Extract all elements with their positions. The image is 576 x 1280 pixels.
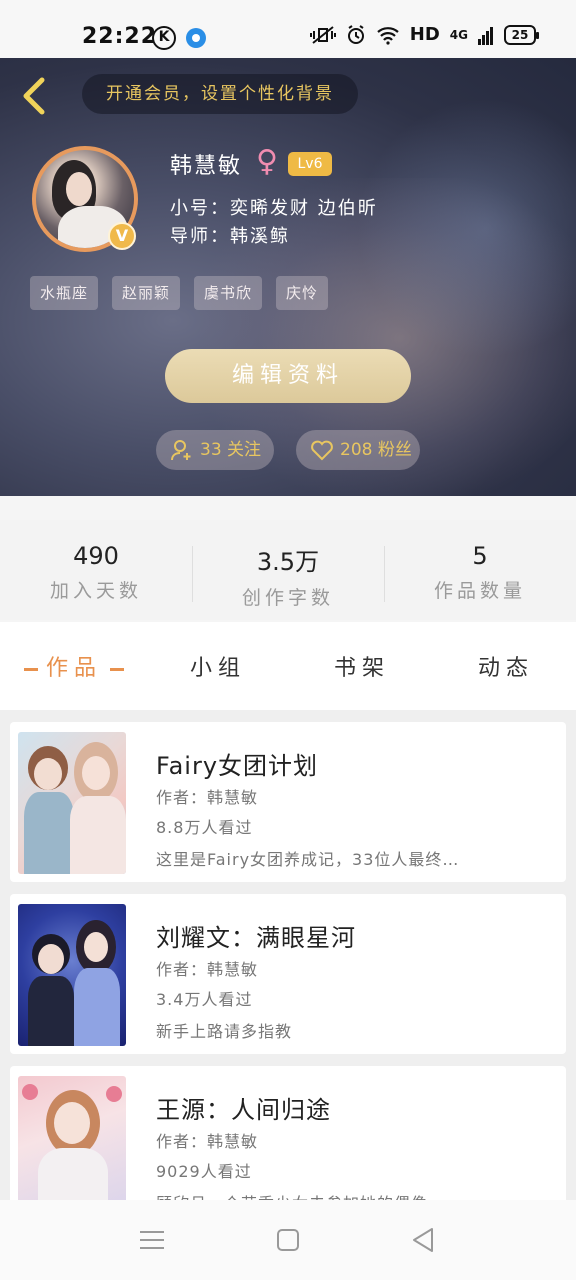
stat-label: 加入天数 — [49, 580, 142, 602]
stats-row: 490 加入天数 3.5万 创作字数 5 作品数量 — [0, 520, 576, 620]
app-notification-icon — [186, 28, 206, 48]
stat-works-count: 5 作品数量 — [384, 520, 576, 620]
vip-banner[interactable]: 开通会员，设置个性化背景 — [82, 74, 358, 114]
level-badge: Lv6 — [288, 152, 332, 176]
system-nav-bar — [0, 1200, 576, 1280]
book-title: Fairy女团计划 — [156, 752, 319, 780]
book-views: 9029人看过 — [156, 1162, 252, 1181]
fans-count: 208 粉丝 — [340, 440, 412, 460]
signal-label: 4G — [449, 27, 468, 42]
mentor-text: 导师：韩溪鲸 — [170, 226, 290, 247]
book-views: 8.8万人看过 — [156, 818, 253, 837]
alarm-icon — [347, 24, 364, 44]
tab-bar: 作品 小组 书架 动态 — [0, 622, 576, 710]
book-description: 这里是Fairy女团养成记，33位人最终… — [156, 850, 460, 869]
home-icon[interactable] — [270, 1224, 306, 1256]
tab-groups[interactable]: 小组 — [190, 650, 246, 682]
k-app-icon: K — [152, 26, 176, 50]
follow-count: 33 关注 — [200, 440, 262, 460]
tab-activity[interactable]: 动态 — [478, 650, 534, 682]
wifi-icon — [377, 26, 399, 45]
battery-icon: 25 — [504, 24, 539, 45]
profile-header: 开通会员，设置个性化背景 V 韩慧敏 ♀ Lv6 小号：奕晞发财 边伯昕 导师：… — [0, 58, 576, 496]
fans-count-button[interactable]: 208 粉丝 — [296, 430, 420, 470]
tag[interactable]: 水瓶座 — [30, 276, 99, 310]
status-time: 22:22 — [82, 24, 158, 49]
book-title: 王源：人间归途 — [156, 1096, 331, 1124]
menu-icon[interactable] — [134, 1224, 170, 1256]
book-author: 作者：韩慧敏 — [156, 960, 259, 979]
back-arrow-icon[interactable] — [16, 76, 56, 116]
stat-label: 作品数量 — [433, 580, 526, 602]
list-item[interactable]: 刘耀文：满眼星河 作者：韩慧敏 3.4万人看过 新手上路请多指教 — [10, 894, 566, 1054]
stat-value: 3.5万 — [256, 548, 320, 576]
tab-label: 作品 — [46, 656, 103, 681]
list-item[interactable]: Fairy女团计划 作者：韩慧敏 8.8万人看过 这里是Fairy女团养成记，3… — [10, 722, 566, 882]
verified-badge: V — [108, 222, 136, 250]
stat-join-days: 490 加入天数 — [0, 520, 192, 620]
book-author: 作者：韩慧敏 — [156, 1132, 259, 1151]
book-author: 作者：韩慧敏 — [156, 788, 259, 807]
status-indicators: HD 4G 25 — [309, 24, 539, 45]
list-item[interactable]: 王源：人间归途 作者：韩慧敏 9029人看过 顾欣月一个花季少女去参加她的偶像… — [10, 1066, 566, 1200]
book-cover — [18, 732, 126, 874]
stat-value: 490 — [73, 542, 119, 570]
user-name: 韩慧敏 — [170, 154, 243, 179]
book-description: 顾欣月一个花季少女去参加她的偶像… — [156, 1190, 546, 1200]
female-icon: ♀ — [256, 144, 278, 179]
book-cover — [18, 904, 126, 1046]
stat-value: 5 — [472, 542, 488, 570]
network-type: HD — [409, 24, 440, 45]
tab-works[interactable]: 作品 — [16, 650, 132, 682]
book-views: 3.4万人看过 — [156, 990, 253, 1009]
follow-count-button[interactable]: 33 关注 — [156, 430, 274, 470]
tag[interactable]: 虞书欣 — [194, 276, 263, 310]
back-nav-icon[interactable] — [406, 1224, 442, 1256]
book-cover — [18, 1076, 126, 1200]
tab-bookshelf[interactable]: 书架 — [334, 650, 390, 682]
works-list: Fairy女团计划 作者：韩慧敏 8.8万人看过 这里是Fairy女团养成记，3… — [0, 710, 576, 1200]
tag-list: 水瓶座 赵丽颖 虞书欣 庆怜 — [30, 276, 329, 310]
stat-word-count: 3.5万 创作字数 — [192, 520, 384, 620]
profile-page: 22:22 K HD 4G 25 开通会员，设置个性化背景 V 韩慧敏 ♀ Lv… — [0, 0, 576, 1280]
status-bar: 22:22 K HD 4G 25 — [0, 0, 576, 58]
tag[interactable]: 庆怜 — [276, 276, 329, 310]
book-title: 刘耀文：满眼星河 — [156, 924, 356, 952]
signal-icon — [478, 26, 493, 45]
edit-profile-button[interactable]: 编辑资料 — [165, 349, 411, 403]
stat-label: 创作字数 — [241, 587, 334, 609]
add-user-icon — [171, 440, 191, 461]
book-description: 新手上路请多指教 — [156, 1022, 293, 1041]
tag[interactable]: 赵丽颖 — [112, 276, 181, 310]
alias-text: 小号：奕晞发财 边伯昕 — [170, 198, 378, 219]
heart-icon — [311, 440, 333, 461]
vibrate-icon — [309, 25, 336, 44]
